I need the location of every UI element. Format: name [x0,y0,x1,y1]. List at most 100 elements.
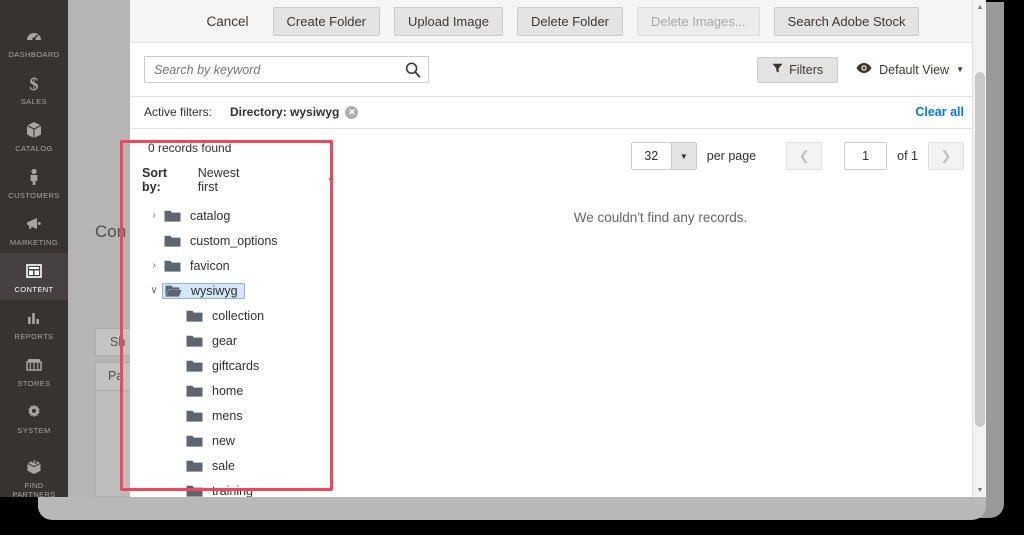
scroll-down-arrow-icon[interactable]: ▼ [973,483,986,497]
tree-item-favicon[interactable]: › favicon [140,253,335,278]
sidebar-item-customers[interactable]: CUSTOMERS [0,159,68,206]
tree-item-label: sale [212,458,235,473]
extension-box-icon [2,456,66,478]
funnel-icon [772,63,783,77]
tree-item-training[interactable]: training [140,478,335,497]
tree-item-mens[interactable]: mens [140,403,335,428]
search-input[interactable] [145,57,428,82]
folder-closed-icon [186,434,204,448]
delete-images-button: Delete Images... [637,6,760,36]
sidebar-item-reports[interactable]: REPORTS [0,300,68,347]
sort-by-value: Newest first [197,166,240,194]
search-row: Filters Default View ▼ [130,43,986,97]
tree-item-catalog[interactable]: › catalog [140,203,335,228]
sort-chevron-down-icon: ▼ [327,175,335,185]
prev-page-button[interactable]: ❮ [786,142,823,170]
sidebar-item-system[interactable]: SYSTEM [0,394,68,441]
gear-icon [2,401,66,423]
tree-item-gear[interactable]: gear [140,328,335,353]
cancel-button[interactable]: Cancel [197,8,259,35]
search-icon[interactable] [404,61,422,79]
folder-closed-icon [186,409,204,423]
tree-item-giftcards-content: giftcards [184,358,265,374]
folder-closed-icon [164,209,182,223]
tree-item-sale[interactable]: sale [140,453,335,478]
folder-closed-icon [164,234,182,248]
modal-body: 0 records found Sort by: Newest first ▼ … [130,129,986,497]
active-filters-row: Active filters: Directory: wysiwyg ✕ Cle… [130,97,986,129]
folder-closed-icon [186,384,204,398]
active-filter-chip[interactable]: Directory: wysiwyg ✕ [230,105,359,119]
delete-folder-button[interactable]: Delete Folder [516,6,624,36]
tree-item-new[interactable]: new [140,428,335,453]
search-box[interactable] [144,56,429,83]
scrollbar-thumb[interactable] [975,72,985,427]
page-number-input[interactable]: 1 [844,142,888,170]
chevron-right-icon[interactable]: › [146,260,162,271]
person-icon [2,166,66,188]
sidebar-item-catalog[interactable]: CATALOG [0,112,68,159]
tree-item-label: collection [212,308,265,323]
sidebar-item-find-partners[interactable]: FIND PARTNERS & EXTENSIONS [0,449,68,497]
filters-button[interactable]: Filters [757,56,839,83]
tree-item-wysiwyg[interactable]: ∨ wysiwyg [140,278,335,303]
sidebar-label-system: SYSTEM [17,426,51,435]
tree-item-label: giftcards [212,358,260,373]
eye-icon [856,62,872,77]
clear-all-link[interactable]: Clear all [915,105,964,119]
tree-item-giftcards[interactable]: giftcards [140,353,335,378]
tree-item-collection[interactable]: collection [140,303,335,328]
sort-by-label: Sort by: [142,166,167,194]
folder-closed-icon [186,459,204,473]
bar-chart-icon [2,307,66,329]
active-filters-label: Active filters: [144,105,213,119]
tree-item-label: catalog [190,208,231,223]
sidebar-item-sales[interactable]: $ SALES [0,65,68,112]
records-found-label: 0 records found [148,141,232,155]
chevron-down-icon[interactable]: ▼ [670,143,696,169]
sidebar-item-stores[interactable]: STORES [0,347,68,394]
sidebar-item-dashboard[interactable]: DASHBOARD [0,18,68,65]
tree-item-training-content: training [184,483,259,498]
gauge-icon [2,25,66,47]
tree-item-custom-options-content: custom_options [162,233,284,249]
empty-results-message: We couldn't find any records. [573,210,748,225]
tree-item-new-content: new [184,433,241,449]
admin-page-background: DASHBOARD $ SALES CATALOG CUSTOMERS MARK… [0,0,986,497]
per-page-select[interactable]: 32 ▼ [630,142,697,170]
sidebar-label-find-partners-line1: FIND PARTNERS [12,481,56,497]
tree-item-label: training [212,483,253,498]
media-gallery-modal: Cancel Create Folder Upload Image Delete… [130,0,986,497]
page-total-label: of 1 [897,149,918,163]
tree-item-label: custom_options [190,233,278,248]
megaphone-icon [2,213,66,235]
dollar-icon: $ [2,72,66,94]
per-page-label: per page [706,149,757,163]
tree-item-gear-content: gear [184,333,243,349]
scroll-up-arrow-icon[interactable]: ▲ [973,0,986,14]
chevron-right-icon[interactable]: › [146,210,162,221]
tree-item-mens-content: mens [184,408,249,424]
upload-image-button[interactable]: Upload Image [394,6,503,36]
create-folder-button[interactable]: Create Folder [272,6,381,36]
tree-item-home[interactable]: home [140,378,335,403]
tree-item-custom-options[interactable]: custom_options [140,228,335,253]
view-selector[interactable]: Default View ▼ [856,62,964,77]
tree-item-label: wysiwyg [191,283,238,298]
view-selector-label: Default View [879,62,950,77]
page-title: Con [95,222,127,241]
folder-tree: › catalog custom_options › favicon ∨ wys… [140,203,335,498]
search-adobe-stock-button[interactable]: Search Adobe Stock [773,6,920,36]
tree-item-label: gear [212,333,238,348]
sidebar-item-content[interactable]: CONTENT [0,253,68,300]
chevron-down-icon: ▼ [956,65,964,74]
modal-toolbar: Cancel Create Folder Upload Image Delete… [130,0,986,43]
results-panel: 32 ▼ per page ❮ 1 of 1 ❯ We couldn't fin… [335,129,986,486]
chevron-down-icon[interactable]: ∨ [146,285,162,296]
sidebar-item-marketing[interactable]: MARKETING [0,206,68,253]
pagination-controls: 32 ▼ per page ❮ 1 of 1 ❯ [335,129,986,170]
sort-by-control[interactable]: Sort by: Newest first ▼ [140,166,335,194]
next-page-button[interactable]: ❯ [928,142,964,170]
remove-circle-icon[interactable]: ✕ [345,105,359,119]
modal-scrollbar[interactable]: ▲ ▼ [972,0,986,497]
